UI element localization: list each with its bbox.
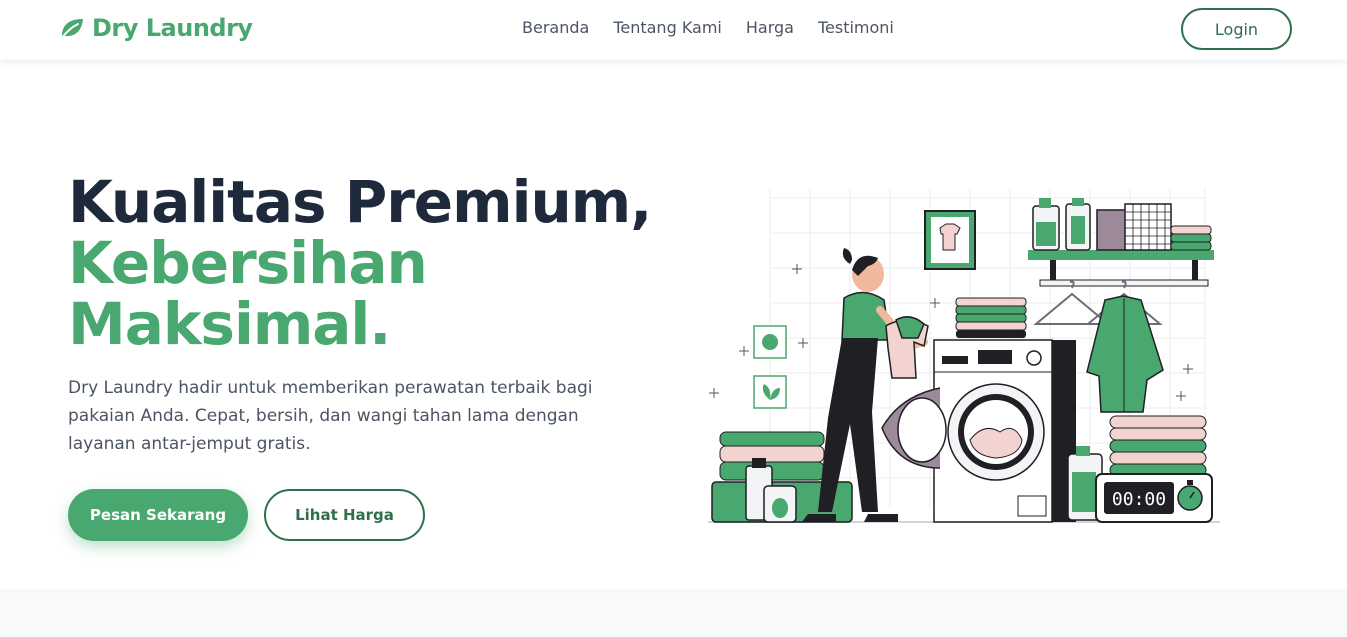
hero-description: Dry Laundry hadir untuk memberikan peraw… (68, 378, 593, 454)
order-now-button[interactable]: Pesan Sekarang (68, 489, 248, 541)
leaf-icon (61, 19, 83, 39)
navbar: Dry Laundry Beranda Tentang Kami Harga T… (0, 0, 1347, 60)
view-prices-button[interactable]: Lihat Harga (264, 489, 425, 541)
hero-title-line-1: Kualitas Premium, (68, 168, 652, 236)
brand-logo[interactable]: Dry Laundry (58, 14, 253, 42)
nav-link-beranda[interactable]: Beranda (522, 18, 589, 37)
main-nav: Beranda Tentang Kami Harga Testimoni (522, 18, 894, 37)
timer-display: 00:00 (1112, 489, 1166, 510)
brand-name: Dry Laundry (92, 14, 253, 42)
laundry-illustration: 00:00 (708, 188, 1220, 523)
folded-clothes-on-washer (955, 297, 1027, 338)
wall-shelf (1028, 198, 1214, 282)
towel-stack-right (1109, 415, 1207, 477)
woman-figure (802, 248, 929, 522)
hero-title-line-3: Maksimal. (68, 290, 391, 358)
framed-shirt-picture (924, 210, 976, 270)
next-section-background (0, 589, 1347, 637)
hero-title: Kualitas Premium, Kebersihan Maksimal. (68, 172, 668, 355)
login-button[interactable]: Login (1181, 8, 1292, 50)
hero-title-line-2: Kebersihan (68, 229, 428, 297)
nav-link-harga[interactable]: Harga (746, 18, 794, 37)
nav-link-testimoni[interactable]: Testimoni (818, 18, 894, 37)
timer-device: 00:00 (1095, 473, 1213, 523)
nav-link-tentang-kami[interactable]: Tentang Kami (613, 18, 722, 37)
